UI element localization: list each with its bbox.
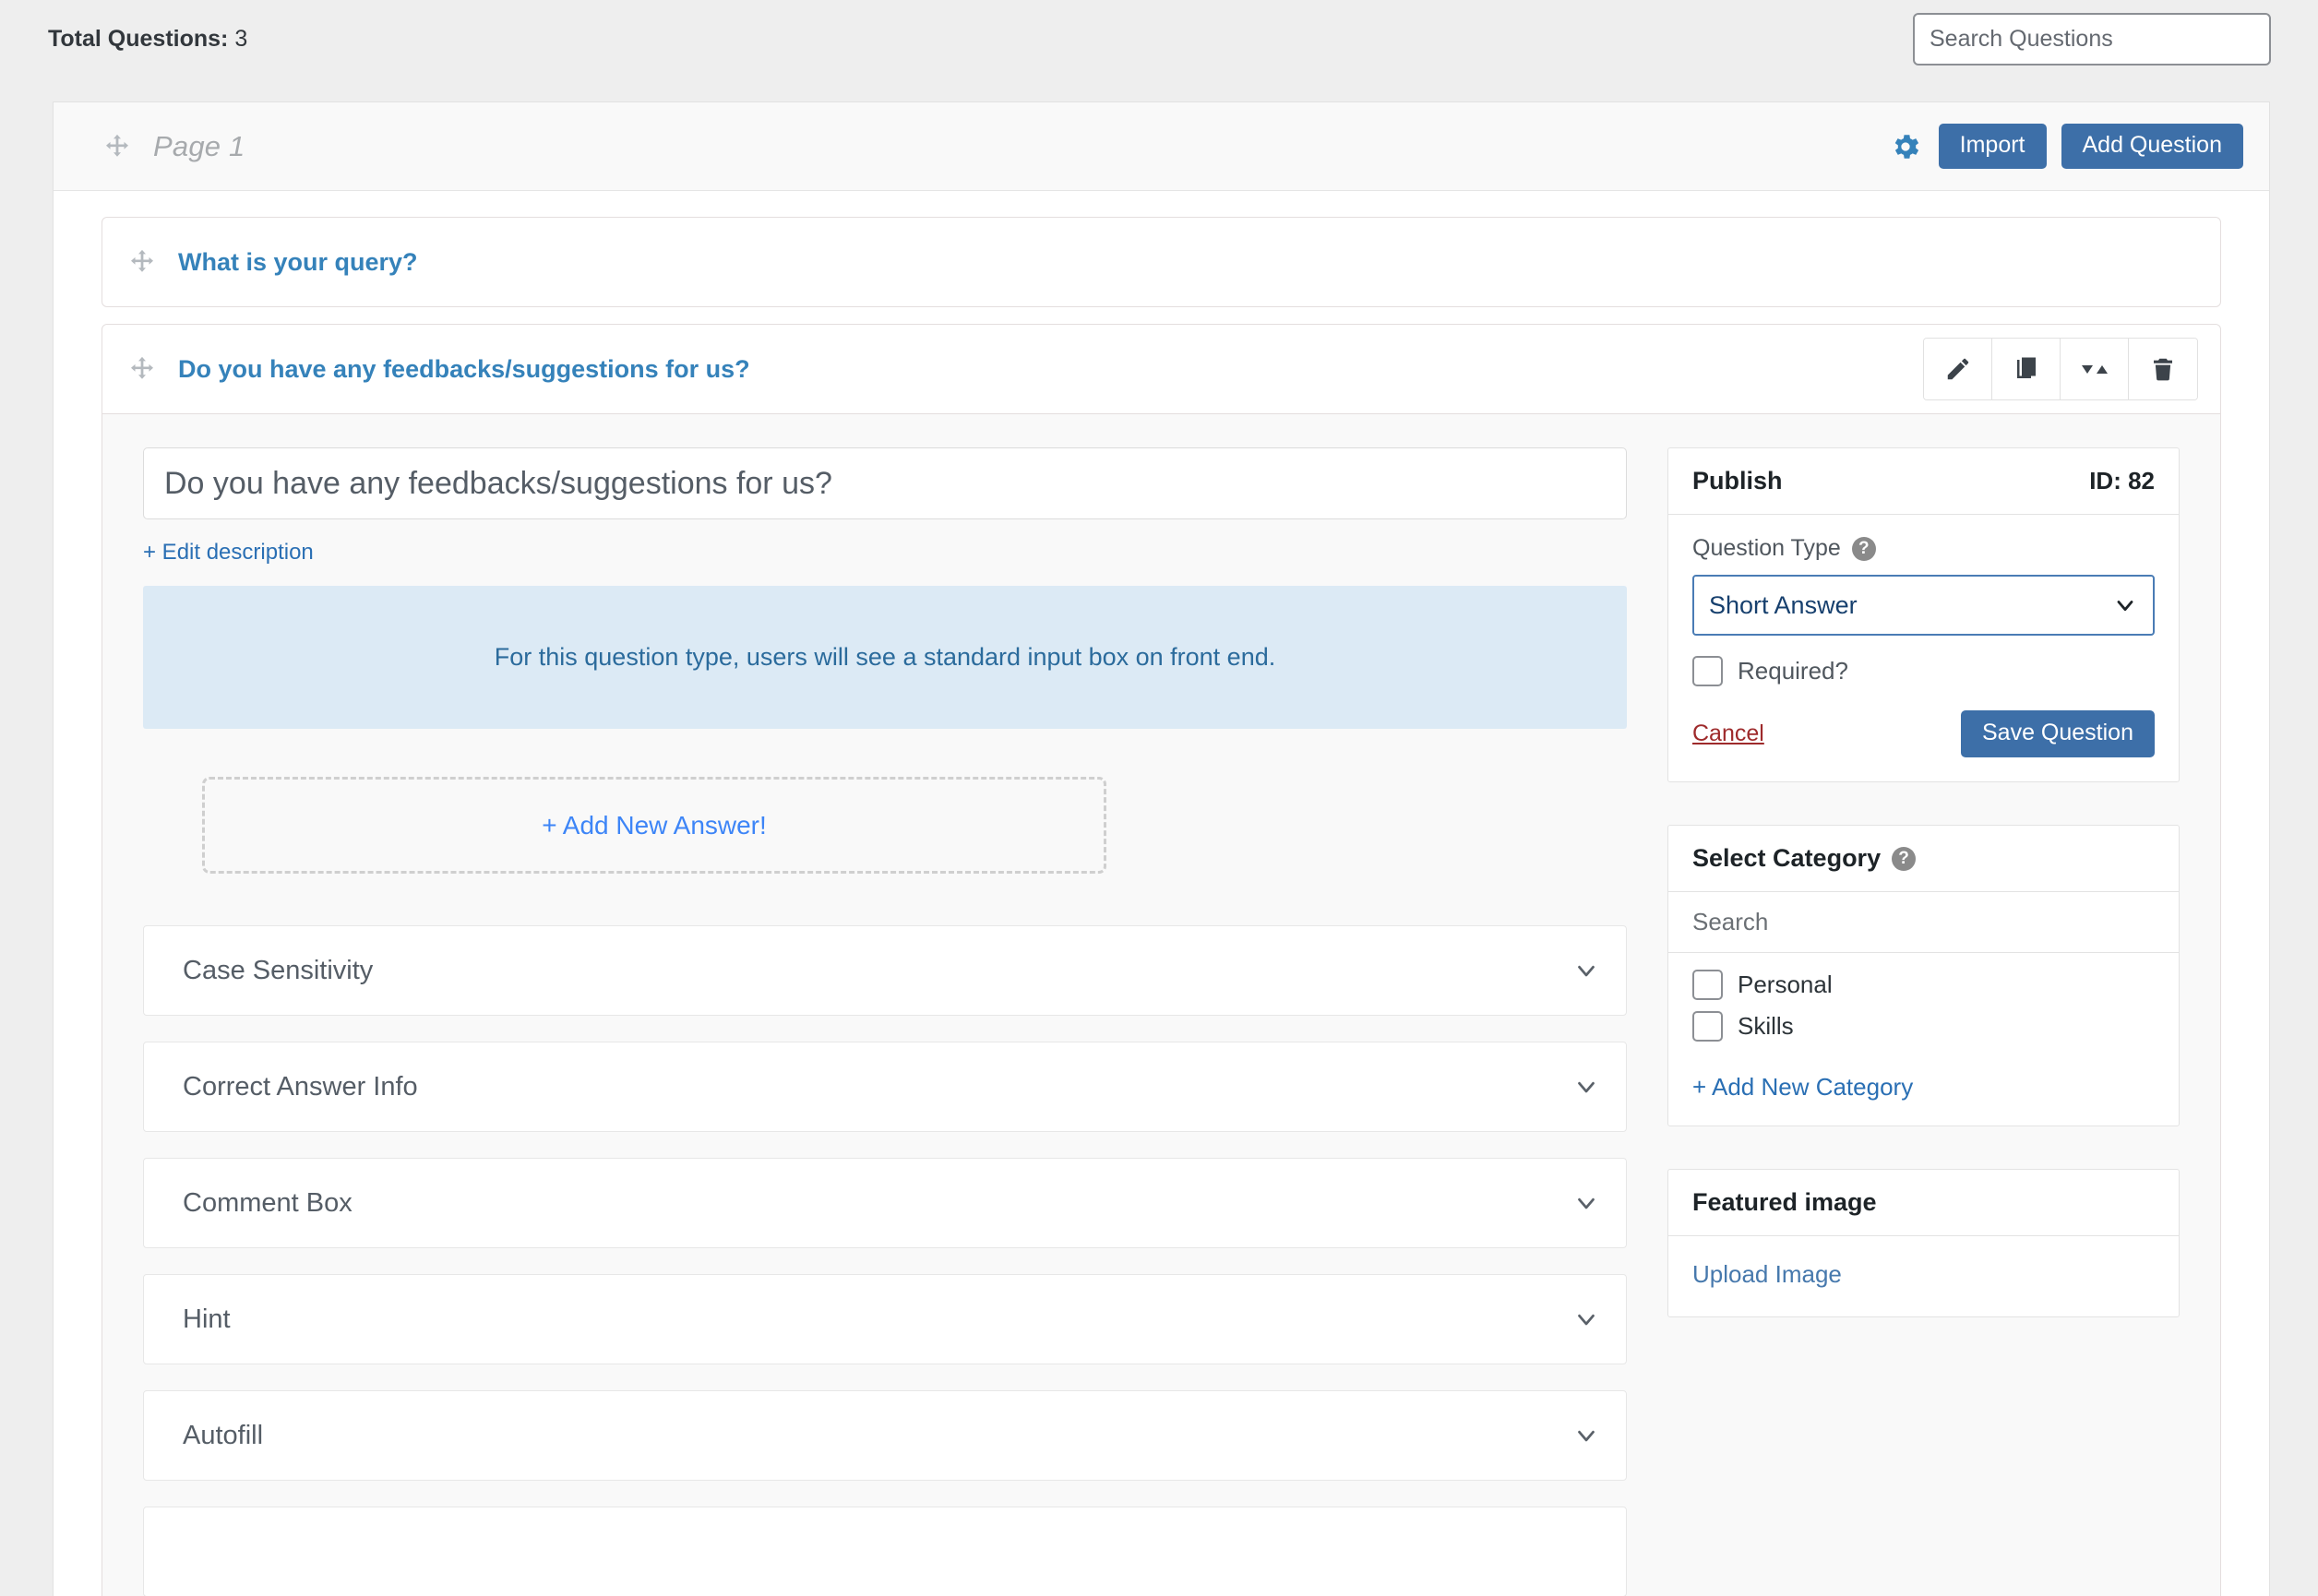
question-action-toolbar bbox=[1923, 338, 2198, 400]
question-editor-main: + Edit description For this question typ… bbox=[143, 447, 1627, 1596]
category-checkbox[interactable] bbox=[1692, 970, 1723, 1000]
required-label: Required? bbox=[1738, 657, 1848, 685]
accordion-next[interactable] bbox=[143, 1507, 1627, 1596]
publish-panel-header: Publish ID: 82 bbox=[1668, 448, 2179, 515]
featured-image-panel-header: Featured image bbox=[1668, 1170, 2179, 1236]
featured-image-panel: Featured image Upload Image bbox=[1667, 1169, 2180, 1317]
question-header[interactable]: What is your query? bbox=[102, 218, 2220, 306]
page-header-row: Page 1 Import Add Question bbox=[54, 102, 2269, 191]
required-checkbox[interactable] bbox=[1692, 656, 1723, 686]
question-title-link[interactable]: What is your query? bbox=[178, 248, 418, 277]
question-type-info-text: For this question type, users will see a… bbox=[495, 643, 1275, 672]
move-icon[interactable] bbox=[102, 131, 133, 162]
help-icon[interactable]: ? bbox=[1892, 847, 1916, 871]
publish-panel: Publish ID: 82 Question Type ? bbox=[1667, 447, 2180, 782]
edit-description-link[interactable]: + Edit description bbox=[143, 540, 314, 566]
move-icon[interactable] bbox=[126, 246, 158, 278]
accordion-comment-box[interactable]: Comment Box bbox=[143, 1158, 1627, 1248]
accordion-hint[interactable]: Hint bbox=[143, 1274, 1627, 1364]
upload-image-link[interactable]: Upload Image bbox=[1692, 1260, 1842, 1289]
publish-panel-title: Publish bbox=[1692, 467, 1783, 495]
help-icon[interactable]: ? bbox=[1852, 537, 1876, 561]
question-type-select[interactable]: Short Answer bbox=[1692, 575, 2155, 636]
question-editor: + Edit description For this question typ… bbox=[102, 413, 2220, 1596]
category-list: Personal Skills bbox=[1668, 953, 2179, 1058]
select-category-panel-header: Select Category ? bbox=[1668, 826, 2179, 892]
move-icon[interactable] bbox=[126, 353, 158, 385]
search-questions-input[interactable] bbox=[1913, 13, 2271, 66]
category-item-personal: Personal bbox=[1692, 970, 2155, 1000]
question-id: ID: 82 bbox=[2089, 467, 2155, 495]
accordion-autofill[interactable]: Autofill bbox=[143, 1390, 1627, 1481]
chevron-down-icon bbox=[1572, 1422, 1600, 1449]
question-type-label: Question Type bbox=[1692, 535, 1841, 562]
gear-icon[interactable] bbox=[1887, 128, 1924, 165]
category-label[interactable]: Skills bbox=[1738, 1012, 1794, 1041]
total-questions: Total Questions: 3 bbox=[48, 26, 247, 53]
category-item-skills: Skills bbox=[1692, 1011, 2155, 1042]
question-header[interactable]: Do you have any feedbacks/suggestions fo… bbox=[102, 325, 2220, 413]
question-card: What is your query? bbox=[102, 217, 2221, 307]
question-settings-accordions: Case Sensitivity Correct Answer Info bbox=[143, 925, 1627, 1596]
duplicate-question-button[interactable] bbox=[1992, 339, 2061, 399]
page-container: Page 1 Import Add Question bbox=[53, 101, 2270, 1596]
question-builder-page: Total Questions: 3 Page 1 Import Add bbox=[0, 0, 2318, 1596]
featured-image-panel-body: Upload Image bbox=[1668, 1236, 2179, 1316]
add-new-answer-button[interactable]: + Add New Answer! bbox=[202, 777, 1106, 874]
reorder-question-button[interactable] bbox=[2061, 339, 2129, 399]
page-title: Page 1 bbox=[153, 130, 245, 163]
accordion-label: Case Sensitivity bbox=[183, 956, 373, 986]
question-title-input[interactable] bbox=[143, 447, 1627, 519]
total-questions-label: Total Questions: bbox=[48, 26, 228, 52]
top-bar: Total Questions: 3 bbox=[0, 0, 2318, 101]
delete-question-button[interactable] bbox=[2129, 339, 2197, 399]
chevron-down-icon bbox=[1572, 1189, 1600, 1217]
chevron-down-icon bbox=[1572, 957, 1600, 984]
question-type-label-row: Question Type ? bbox=[1692, 535, 2155, 562]
publish-panel-body: Question Type ? Short Answer bbox=[1668, 515, 2179, 781]
question-card: Do you have any feedbacks/suggestions fo… bbox=[102, 324, 2221, 1596]
chevron-down-icon bbox=[1572, 1305, 1600, 1333]
save-question-button[interactable]: Save Question bbox=[1961, 710, 2155, 757]
accordion-case-sensitivity[interactable]: Case Sensitivity bbox=[143, 925, 1627, 1016]
edit-question-button[interactable] bbox=[1924, 339, 1992, 399]
accordion-label: Hint bbox=[183, 1304, 231, 1335]
chevron-down-icon bbox=[1572, 1073, 1600, 1101]
category-checkbox[interactable] bbox=[1692, 1011, 1723, 1042]
category-search-input[interactable] bbox=[1668, 892, 2179, 953]
accordion-label: Autofill bbox=[183, 1421, 263, 1451]
question-type-info-banner: For this question type, users will see a… bbox=[143, 586, 1627, 729]
required-checkbox-row: Required? bbox=[1692, 656, 2155, 686]
add-question-button[interactable]: Add Question bbox=[2061, 124, 2244, 169]
total-questions-value: 3 bbox=[234, 26, 247, 52]
add-new-category-link[interactable]: + Add New Category bbox=[1692, 1073, 1913, 1102]
question-type-select-wrap: Short Answer bbox=[1692, 575, 2155, 636]
select-category-title: Select Category bbox=[1692, 844, 1881, 873]
accordion-label: Comment Box bbox=[183, 1188, 352, 1219]
import-button[interactable]: Import bbox=[1939, 124, 2047, 169]
accordion-label: Correct Answer Info bbox=[183, 1072, 418, 1102]
cancel-link[interactable]: Cancel bbox=[1692, 721, 1764, 747]
category-label[interactable]: Personal bbox=[1738, 971, 1833, 999]
question-list: What is your query? Do you have any feed… bbox=[54, 191, 2269, 1596]
select-category-panel: Select Category ? Personal bbox=[1667, 825, 2180, 1126]
question-editor-sidebar: Publish ID: 82 Question Type ? bbox=[1667, 447, 2180, 1360]
page-header-actions: Import Add Question bbox=[1887, 124, 2243, 169]
publish-panel-actions: Cancel Save Question bbox=[1692, 710, 2155, 757]
accordion-correct-answer-info[interactable]: Correct Answer Info bbox=[143, 1042, 1627, 1132]
featured-image-title: Featured image bbox=[1692, 1188, 1877, 1217]
question-title-link[interactable]: Do you have any feedbacks/suggestions fo… bbox=[178, 355, 750, 384]
